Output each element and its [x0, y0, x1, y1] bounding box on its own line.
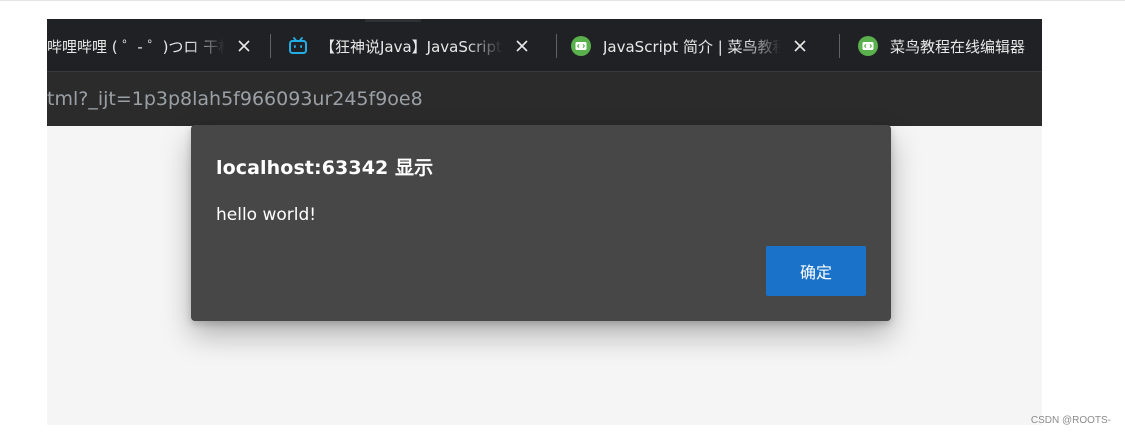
tab-close-icon[interactable]	[233, 35, 255, 57]
url-text[interactable]: tml?_ijt=1p3p8lah5f966093ur245f9oe8	[47, 72, 423, 126]
tab-runoob-js-intro[interactable]: JavaScript 简介 | 菜鸟教程	[571, 27, 811, 65]
runoob-icon	[571, 36, 591, 56]
alert-dialog: localhost:63342 显示 hello world! 确定	[191, 125, 891, 321]
bilibili-tv-icon	[289, 37, 307, 54]
runoob-icon	[858, 36, 878, 56]
tab-separator	[556, 34, 557, 58]
dialog-title: localhost:63342 显示	[216, 157, 434, 179]
ok-button[interactable]: 确定	[766, 246, 866, 296]
tab-separator	[270, 34, 271, 58]
browser-window: 哔哩哔哩 ( ゜- ゜)つロ 干杯~-bilibili 【狂神说Java】Jav…	[47, 19, 1042, 425]
watermark: CSDN @ROOTS-	[1030, 415, 1111, 426]
tab-title: JavaScript 简介 | 菜鸟教程	[603, 37, 781, 56]
tab-kuangshen-java[interactable]: 【狂神说Java】JavaScript最新教程	[288, 27, 533, 65]
tab-bilibili-home[interactable]: 哔哩哔哩 ( ゜- ゜)つロ 干杯~-bilibili	[47, 27, 255, 65]
tab-strip: 哔哩哔哩 ( ゜- ゜)つロ 干杯~-bilibili 【狂神说Java】Jav…	[47, 19, 1042, 71]
top-rule	[0, 0, 1125, 1]
tab-runoob-online-editor[interactable]: 菜鸟教程在线编辑器	[858, 27, 1042, 65]
tab-close-icon[interactable]	[789, 35, 811, 57]
tab-title: 哔哩哔哩 ( ゜- ゜)つロ 干杯~-bilibili	[47, 37, 225, 56]
tab-separator	[839, 34, 840, 58]
dialog-message: hello world!	[216, 205, 317, 225]
tab-close-icon[interactable]	[511, 35, 533, 57]
tab-title: 【狂神说Java】JavaScript最新教程	[320, 37, 503, 56]
address-bar[interactable]: tml?_ijt=1p3p8lah5f966093ur245f9oe8	[47, 71, 1042, 126]
tab-indicator	[365, 19, 421, 22]
tab-title: 菜鸟教程在线编辑器	[890, 37, 1026, 56]
